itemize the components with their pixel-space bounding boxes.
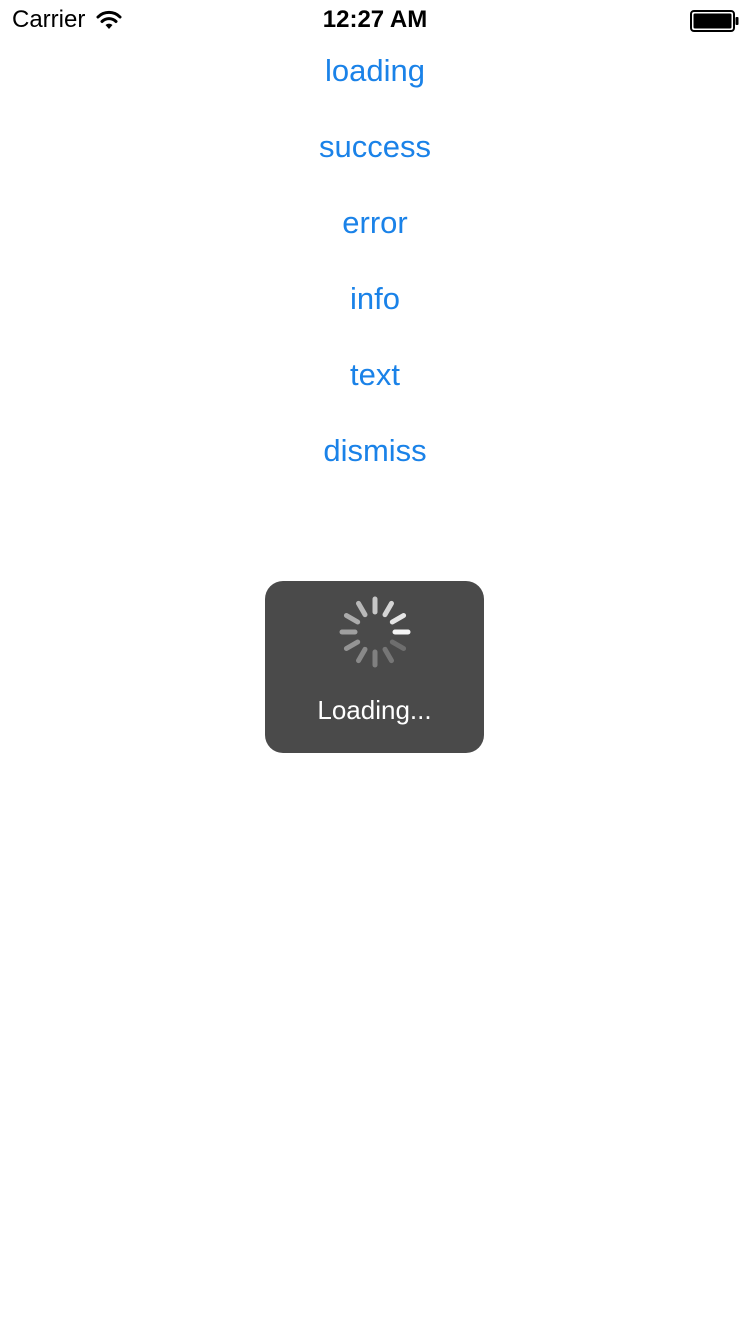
screen: Carrier 12:27 AM loading success error i… [0, 0, 750, 1334]
battery-full-icon [690, 10, 739, 32]
spinner-spoke [382, 600, 394, 618]
info-button[interactable]: info [0, 279, 750, 319]
status-bar: Carrier 12:27 AM [0, 0, 750, 40]
text-button[interactable]: text [0, 355, 750, 395]
hud-label: Loading... [317, 695, 432, 725]
spinner-spoke [382, 646, 394, 664]
spinner-icon [339, 596, 411, 668]
spinner-spoke [389, 639, 407, 651]
spinner-spoke [356, 646, 368, 664]
error-button[interactable]: error [0, 203, 750, 243]
status-time: 12:27 AM [322, 6, 428, 33]
spinner-spoke [356, 600, 368, 618]
spinner-spoke [389, 613, 407, 625]
spinner-spoke [343, 639, 361, 651]
dismiss-button[interactable]: dismiss [0, 431, 750, 471]
spinner-spoke [343, 613, 361, 625]
loading-button[interactable]: loading [0, 51, 750, 91]
success-button[interactable]: success [0, 127, 750, 167]
